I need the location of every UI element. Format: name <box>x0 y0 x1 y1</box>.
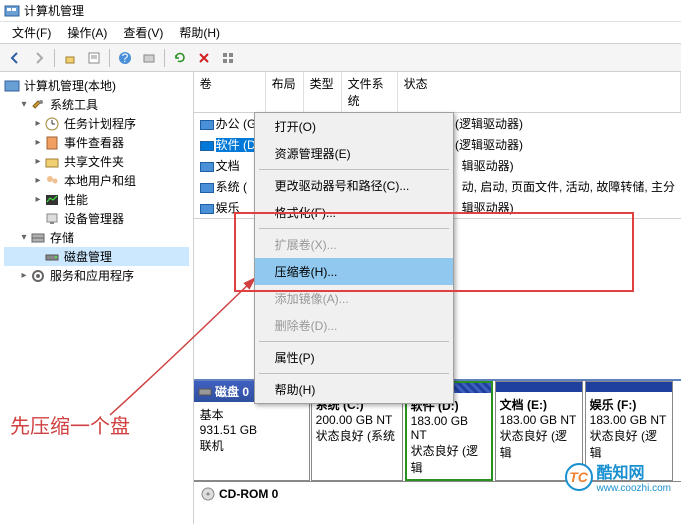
menu-sep <box>259 373 449 374</box>
titlebar: 计算机管理 <box>0 0 681 22</box>
tree-services[interactable]: ▸服务和应用程序 <box>4 266 189 285</box>
tree-event[interactable]: ▸事件查看器 <box>4 133 189 152</box>
menu-delete: 删除卷(D)... <box>255 312 453 339</box>
col-type[interactable]: 类型 <box>304 72 342 112</box>
svg-text:?: ? <box>122 51 129 65</box>
view-button[interactable] <box>217 47 239 69</box>
up-button[interactable] <box>59 47 81 69</box>
menu-format[interactable]: 格式化(F)... <box>255 199 453 226</box>
col-fs[interactable]: 文件系统 <box>342 72 398 112</box>
volume-icon <box>200 204 214 214</box>
col-layout[interactable]: 布局 <box>266 72 304 112</box>
col-volume[interactable]: 卷 <box>194 72 266 112</box>
tree-devmgr[interactable]: 设备管理器 <box>4 209 189 228</box>
help-button[interactable]: ? <box>114 47 136 69</box>
menu-view[interactable]: 查看(V) <box>115 22 171 43</box>
menubar: 文件(F) 操作(A) 查看(V) 帮助(H) <box>0 22 681 44</box>
tree-task[interactable]: ▸任务计划程序 <box>4 114 189 133</box>
menu-file[interactable]: 文件(F) <box>4 22 59 43</box>
cdrom-icon <box>200 486 216 502</box>
annotation-text: 先压缩一个盘 <box>10 410 130 439</box>
watermark: TC 酷知网 www.coozhi.com <box>565 459 671 494</box>
back-button[interactable] <box>4 47 26 69</box>
volumes-header: 卷 布局 类型 文件系统 状态 <box>194 72 681 113</box>
menu-sep <box>259 169 449 170</box>
volume-icon <box>200 141 214 151</box>
menu-explorer[interactable]: 资源管理器(E) <box>255 140 453 167</box>
menu-shrink[interactable]: 压缩卷(H)... <box>255 258 453 285</box>
tree-systools[interactable]: ▾系统工具 <box>4 95 189 114</box>
volume-icon <box>200 183 214 193</box>
delete-button[interactable] <box>193 47 215 69</box>
tree-sidebar: 计算机管理(本地) ▾系统工具 ▸任务计划程序 ▸事件查看器 ▸共享文件夹 ▸本… <box>0 72 194 524</box>
menu-change-letter[interactable]: 更改驱动器号和路径(C)... <box>255 172 453 199</box>
menu-sep <box>259 341 449 342</box>
col-status[interactable]: 状态 <box>398 72 681 112</box>
volume-icon <box>200 162 214 172</box>
menu-open[interactable]: 打开(O) <box>255 113 453 140</box>
tree-localusers[interactable]: ▸本地用户和组 <box>4 171 189 190</box>
context-menu: 打开(O) 资源管理器(E) 更改驱动器号和路径(C)... 格式化(F)...… <box>254 112 454 404</box>
content-area: 卷 布局 类型 文件系统 状态 办公 (G:)简单基本NTFS状态良好 (逻辑驱… <box>194 72 681 524</box>
watermark-cn: 酷知网 <box>597 459 671 483</box>
disk-icon <box>198 386 212 398</box>
menu-extend: 扩展卷(X)... <box>255 231 453 258</box>
menu-sep <box>259 228 449 229</box>
toolbar: ? <box>0 44 681 72</box>
tree-shared[interactable]: ▸共享文件夹 <box>4 152 189 171</box>
menu-help[interactable]: 帮助(H) <box>255 376 453 403</box>
app-icon <box>4 3 20 19</box>
title-text: 计算机管理 <box>24 2 84 19</box>
tree-perf[interactable]: ▸性能 <box>4 190 189 209</box>
menu-help[interactable]: 帮助(H) <box>171 22 228 43</box>
settings-button[interactable] <box>138 47 160 69</box>
menu-action[interactable]: 操作(A) <box>59 22 115 43</box>
watermark-logo: TC <box>565 463 593 491</box>
properties-button[interactable] <box>83 47 105 69</box>
refresh-button[interactable] <box>169 47 191 69</box>
tree-root[interactable]: 计算机管理(本地) <box>4 76 189 95</box>
volume-icon <box>200 120 214 130</box>
menu-properties[interactable]: 属性(P) <box>255 344 453 371</box>
menu-mirror: 添加镜像(A)... <box>255 285 453 312</box>
watermark-en: www.coozhi.com <box>597 483 671 494</box>
forward-button[interactable] <box>28 47 50 69</box>
tree-diskmgmt[interactable]: 磁盘管理 <box>4 247 189 266</box>
tree-storage[interactable]: ▾存储 <box>4 228 189 247</box>
